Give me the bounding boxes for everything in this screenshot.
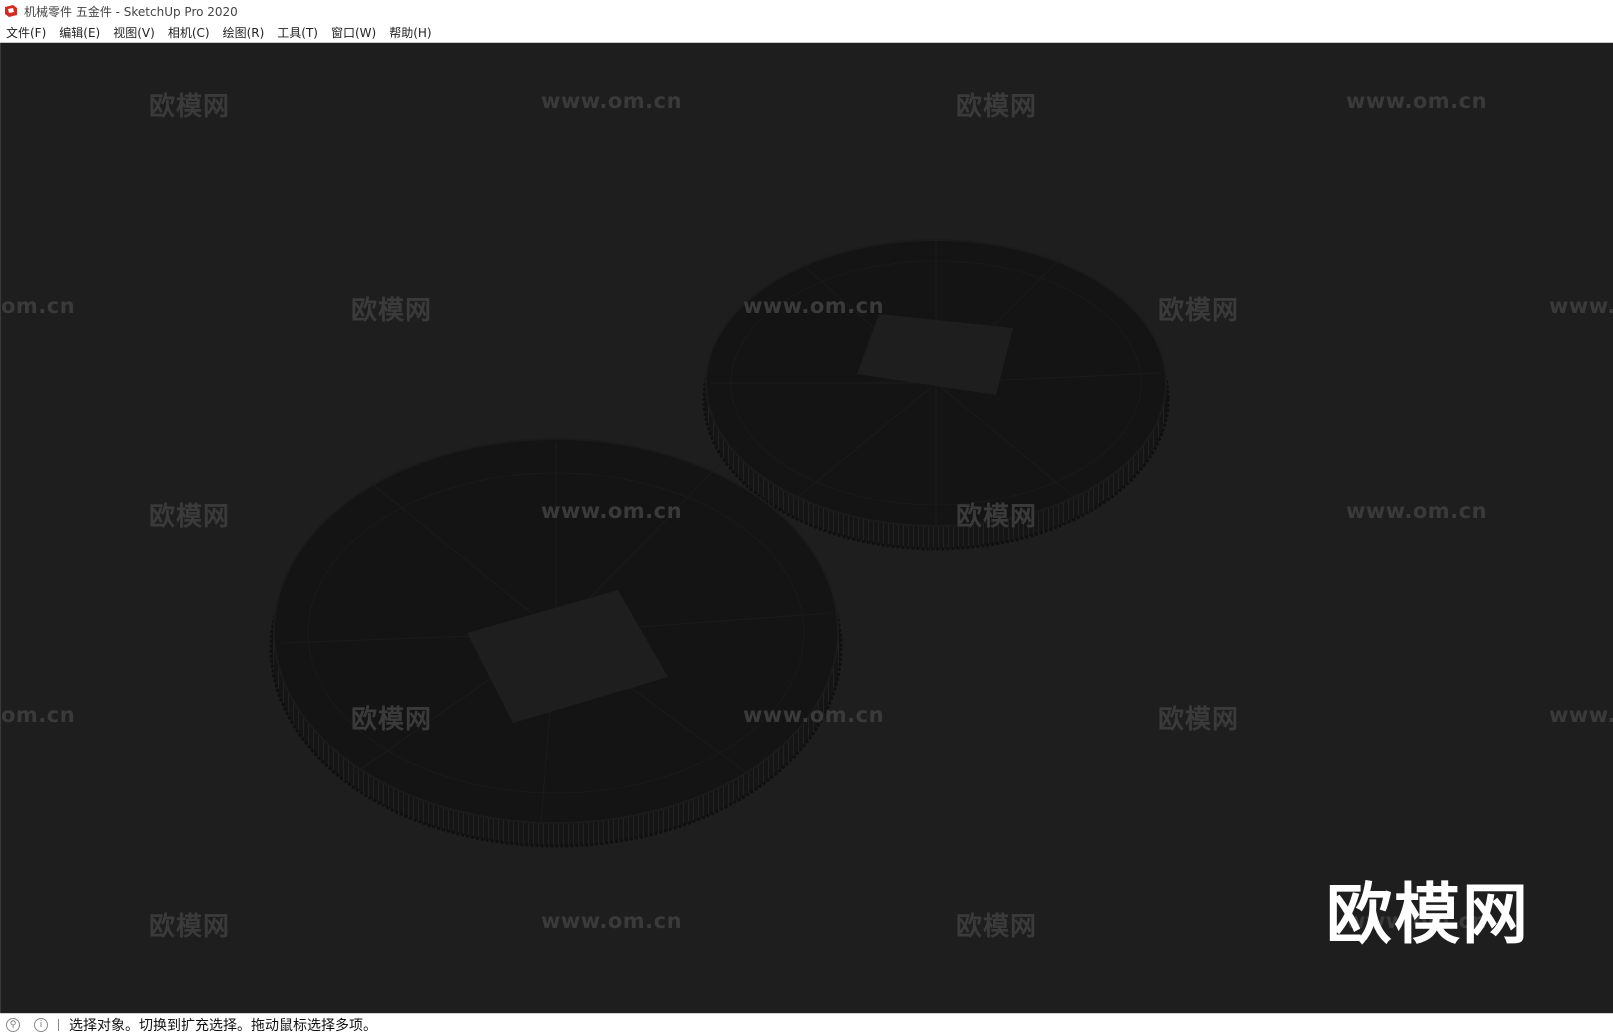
- watermark-brand: 欧模网: [351, 296, 433, 326]
- gear-right[interactable]: [702, 239, 1170, 551]
- watermark-url: www.om.cn: [541, 89, 683, 113]
- status-bar: ⚲ i 选择对象。切换到扩充选择。拖动鼠标选择多项。: [0, 1013, 1613, 1036]
- model-viewport[interactable]: 欧模网 www.om.cn 欧模网 www.om.cn om.cn 欧模网 ww…: [0, 43, 1613, 1013]
- watermark-brand: 欧模网: [149, 92, 231, 122]
- watermark-brand: 欧模网: [149, 912, 231, 942]
- watermark-url: www.om.cn: [743, 703, 885, 727]
- watermark-brand: 欧模网: [1158, 296, 1240, 326]
- watermark-url: www.om.cn: [1346, 499, 1488, 523]
- watermark-logo: 欧模网: [1326, 876, 1530, 953]
- menu-tools[interactable]: 工具(T): [271, 24, 325, 41]
- watermark-url-partial: om.cn: [1, 703, 76, 727]
- menu-window[interactable]: 窗口(W): [325, 24, 383, 41]
- watermark-url-partial: www.: [1549, 703, 1613, 727]
- menu-draw[interactable]: 绘图(R): [217, 24, 272, 41]
- status-divider: [58, 1019, 59, 1031]
- menu-help[interactable]: 帮助(H): [383, 24, 438, 41]
- geo-location-icon[interactable]: ⚲: [6, 1018, 20, 1032]
- menu-edit[interactable]: 编辑(E): [53, 24, 107, 41]
- title-bar: 机械零件 五金件 - SketchUp Pro 2020: [0, 0, 1613, 22]
- watermark-url: www.om.cn: [1346, 89, 1488, 113]
- watermark-brand: 欧模网: [1158, 705, 1240, 735]
- watermark-url-partial: www.: [1549, 294, 1613, 318]
- watermark-url: www.om.cn: [743, 294, 885, 318]
- watermark-brand: 欧模网: [956, 92, 1038, 122]
- watermark-brand: 欧模网: [956, 502, 1038, 532]
- watermark-brand: 欧模网: [149, 502, 231, 532]
- watermark-brand: 欧模网: [956, 912, 1038, 942]
- watermark-url-partial: om.cn: [1, 294, 76, 318]
- info-icon[interactable]: i: [34, 1018, 48, 1032]
- menu-file[interactable]: 文件(F): [0, 24, 53, 41]
- watermark-url: www.om.cn: [541, 499, 683, 523]
- menu-view[interactable]: 视图(V): [107, 24, 162, 41]
- sketchup-logo-icon: [4, 4, 18, 18]
- watermark-url: www.om.cn: [541, 909, 683, 933]
- status-message: 选择对象。切换到扩充选择。拖动鼠标选择多项。: [69, 1018, 377, 1034]
- menu-bar: 文件(F) 编辑(E) 视图(V) 相机(C) 绘图(R) 工具(T) 窗口(W…: [0, 22, 1613, 43]
- menu-camera[interactable]: 相机(C): [162, 24, 217, 41]
- watermark-brand: 欧模网: [351, 705, 433, 735]
- window-title: 机械零件 五金件 - SketchUp Pro 2020: [24, 4, 238, 19]
